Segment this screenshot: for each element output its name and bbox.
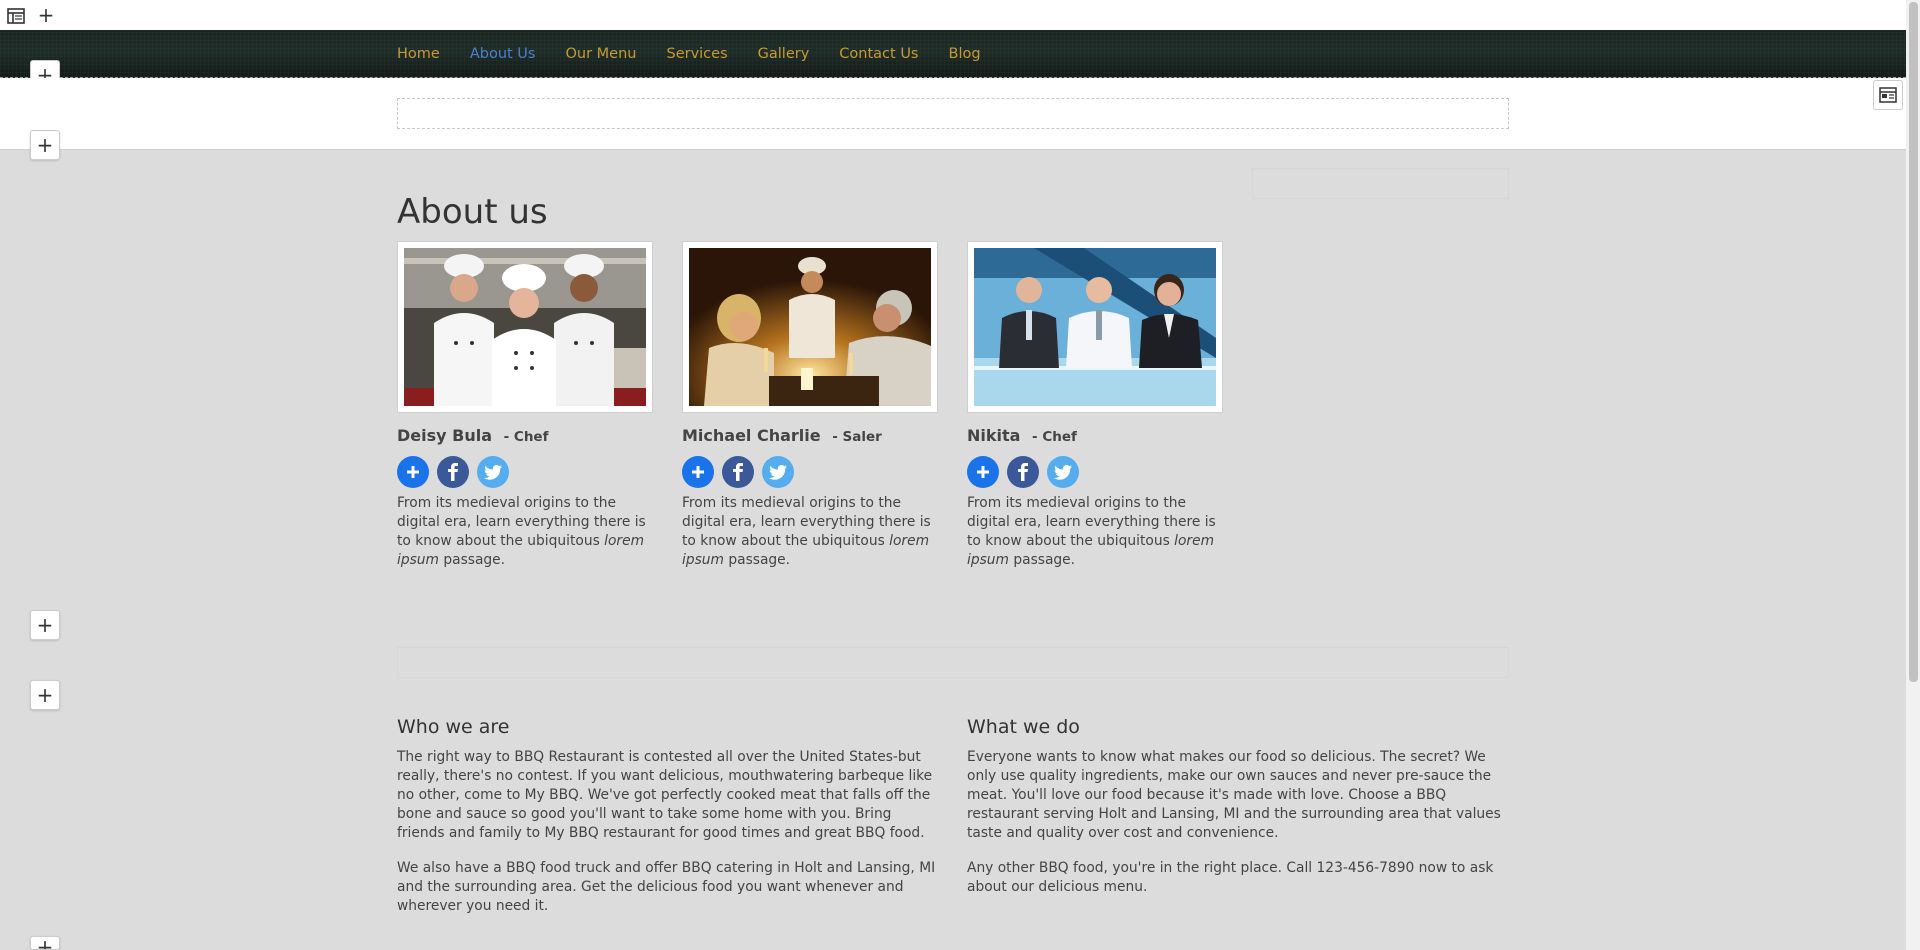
who-we-are-heading: Who we are [397,716,510,738]
team-member-card: Deisy Bula - Chef From its medieval orig… [397,241,653,570]
nav-home[interactable]: Home [397,46,440,62]
facebook-icon[interactable] [722,456,754,488]
team-grid: Deisy Bula - Chef From its medieval orig… [397,241,1252,570]
social-links [967,456,1223,488]
member-photo-frame [397,241,653,413]
add-section-button[interactable]: + [30,680,60,710]
member-name: Deisy Bula [397,426,493,445]
team-member-card: Nikita - Chef From its medieval origins … [967,241,1223,570]
candlelit-dinner-photo [689,248,931,406]
member-role-text: Chef [1042,429,1077,445]
facebook-icon[interactable] [437,456,469,488]
business-meeting-photo [974,248,1216,406]
member-role-text: Saler [842,429,882,445]
member-name-row: Deisy Bula - Chef [397,426,653,445]
social-links [682,456,938,488]
desc-text-end: passage. [438,552,506,568]
empty-placeholder-block[interactable] [397,98,1509,129]
desc-text-end: passage. [1008,552,1076,568]
layout-icon[interactable] [2,3,30,29]
navbar: Home About Us Our Menu Services Gallery … [0,30,1906,78]
add-share-icon[interactable] [397,456,429,488]
member-role: - Saler [832,429,882,445]
empty-sidebar-block[interactable] [1252,168,1509,199]
member-photo-frame [967,241,1223,413]
facebook-icon[interactable] [1007,456,1039,488]
member-photo-frame [682,241,938,413]
team-member-card: Michael Charlie - Saler From its medieva… [682,241,938,570]
add-section-button[interactable]: + [30,936,60,950]
add-section-button[interactable]: + [30,610,60,640]
nav-gallery[interactable]: Gallery [758,46,810,62]
main-nav: Home About Us Our Menu Services Gallery … [397,30,1011,78]
twitter-icon[interactable] [477,456,509,488]
nav-services[interactable]: Services [666,46,727,62]
who-we-are-paragraph-2: We also have a BBQ food truck and offer … [397,860,936,914]
add-share-icon[interactable] [967,456,999,488]
what-we-do-paragraph-2: Any other BBQ food, you're in the right … [967,860,1494,895]
add-share-icon[interactable] [682,456,714,488]
add-section-button[interactable]: + [31,0,61,30]
page-title: About us [397,192,548,232]
three-chefs-photo [404,248,646,406]
twitter-icon[interactable] [1047,456,1079,488]
member-role-text: Chef [513,429,549,445]
member-name-row: Nikita - Chef [967,426,1223,445]
twitter-icon[interactable] [762,456,794,488]
nav-about-us[interactable]: About Us [470,46,536,62]
empty-divider-block[interactable] [397,647,1509,678]
member-description: From its medieval origins to the digital… [682,494,938,570]
scrollbar-thumb[interactable] [1909,2,1918,682]
member-name-row: Michael Charlie - Saler [682,426,938,445]
nav-contact-us[interactable]: Contact Us [839,46,918,62]
top-toolbar-strip [0,0,1906,30]
social-links [397,456,653,488]
member-description: From its medieval origins to the digital… [397,494,653,570]
add-section-button[interactable]: + [30,130,60,160]
nav-our-menu[interactable]: Our Menu [565,46,636,62]
who-we-are-section: Who we are The right way to BBQ Restaura… [397,716,937,932]
who-we-are-paragraph-1: The right way to BBQ Restaurant is conte… [397,749,933,841]
desc-text-end: passage. [723,552,791,568]
member-description: From its medieval origins to the digital… [967,494,1223,570]
what-we-do-heading: What we do [967,716,1080,738]
nav-blog[interactable]: Blog [949,46,981,62]
member-name: Michael Charlie [682,426,821,445]
member-name: Nikita [967,426,1021,445]
member-role: - Chef [503,429,549,445]
what-we-do-paragraph-1: Everyone wants to know what makes our fo… [967,749,1501,841]
what-we-do-section: What we do Everyone wants to know what m… [967,716,1507,913]
panel-icon[interactable] [1873,80,1903,110]
member-role: - Chef [1032,429,1077,445]
